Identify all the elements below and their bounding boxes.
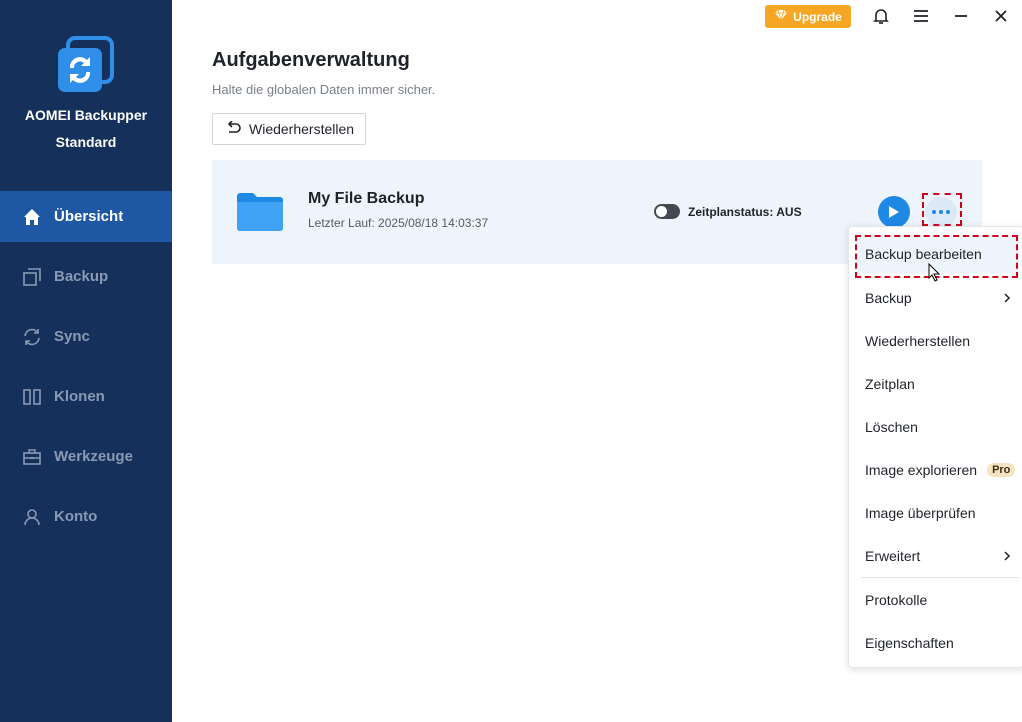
sidebar-item-account[interactable]: Konto bbox=[0, 491, 172, 542]
menu-item-logs[interactable]: Protokolle bbox=[849, 581, 1022, 619]
menu-divider bbox=[861, 577, 1019, 578]
folder-icon bbox=[236, 192, 284, 232]
app-name: AOMEI Backupper bbox=[24, 107, 148, 123]
menu-item-label: Image explorieren bbox=[865, 462, 978, 478]
menu-item-advanced[interactable]: Erweitert bbox=[849, 537, 1022, 575]
backup-icon bbox=[22, 267, 42, 287]
menu-item-backup[interactable]: Backup bbox=[849, 279, 1022, 317]
context-menu: Backup bearbeiten Backup Wiederherstelle… bbox=[848, 226, 1022, 668]
menu-item-label: Löschen bbox=[865, 419, 918, 435]
sidebar-item-label: Übersicht bbox=[54, 208, 124, 225]
sidebar-item-sync[interactable]: Sync bbox=[0, 311, 172, 362]
home-icon bbox=[22, 207, 42, 227]
sidebar-item-label: Werkzeuge bbox=[54, 448, 133, 465]
minimize-icon[interactable] bbox=[951, 6, 971, 26]
chevron-right-icon bbox=[1003, 549, 1011, 565]
menu-item-label: Backup bbox=[865, 290, 912, 306]
task-name: My File Backup bbox=[308, 190, 425, 207]
user-icon bbox=[22, 507, 42, 527]
menu-item-properties[interactable]: Eigenschaften bbox=[849, 624, 1022, 662]
restore-button[interactable]: Wiederherstellen bbox=[212, 113, 366, 145]
menu-item-label: Eigenschaften bbox=[865, 635, 954, 651]
menu-item-label: Zeitplan bbox=[865, 376, 915, 392]
menu-hamburger-icon[interactable] bbox=[911, 6, 931, 26]
upgrade-label: Upgrade bbox=[793, 9, 842, 24]
toolbox-icon bbox=[22, 447, 42, 467]
menu-item-check-image[interactable]: Image überprüfen bbox=[849, 494, 1022, 532]
close-icon[interactable] bbox=[991, 6, 1011, 26]
menu-item-label: Wiederherstellen bbox=[865, 333, 971, 349]
sidebar-item-label: Sync bbox=[54, 328, 90, 345]
menu-item-label: Protokolle bbox=[865, 592, 928, 608]
sidebar: AOMEI Backupper Standard Übersicht Backu… bbox=[0, 0, 172, 722]
diamond-icon bbox=[774, 9, 788, 24]
highlight-box bbox=[922, 193, 962, 226]
sidebar-item-label: Backup bbox=[54, 268, 109, 285]
sidebar-item-tools[interactable]: Werkzeuge bbox=[0, 431, 172, 482]
sync-icon bbox=[22, 327, 42, 347]
sidebar-item-backup[interactable]: Backup bbox=[0, 251, 172, 302]
chevron-right-icon bbox=[1003, 291, 1011, 307]
play-icon bbox=[889, 206, 899, 218]
page-subtitle: Halte die globalen Daten immer sicher. bbox=[212, 82, 436, 97]
task-last-run: Letzter Lauf: 2025/08/18 14:03:37 bbox=[308, 216, 489, 230]
clone-icon bbox=[22, 387, 42, 407]
sidebar-item-label: Konto bbox=[54, 508, 98, 525]
menu-item-delete[interactable]: Löschen bbox=[849, 408, 1022, 446]
run-backup-button[interactable] bbox=[878, 196, 910, 228]
menu-item-restore[interactable]: Wiederherstellen bbox=[849, 322, 1022, 360]
sidebar-item-overview[interactable]: Übersicht bbox=[0, 191, 172, 242]
notification-bell-icon[interactable] bbox=[871, 6, 891, 26]
schedule-status: Zeitplanstatus: AUS bbox=[688, 205, 802, 219]
page-title: Aufgabenverwaltung bbox=[212, 49, 410, 71]
mouse-cursor-icon bbox=[928, 262, 942, 283]
menu-item-schedule[interactable]: Zeitplan bbox=[849, 365, 1022, 403]
menu-item-label: Image überprüfen bbox=[865, 505, 976, 521]
schedule-toggle[interactable] bbox=[654, 204, 680, 219]
pro-badge: Pro bbox=[987, 463, 1016, 477]
upgrade-button[interactable]: Upgrade bbox=[765, 5, 851, 28]
menu-item-label: Erweitert bbox=[865, 548, 921, 564]
menu-item-explore-image[interactable]: Image explorieren Pro bbox=[849, 451, 1022, 489]
sidebar-item-label: Klonen bbox=[54, 388, 105, 405]
undo-arrow-icon bbox=[225, 119, 241, 138]
app-edition: Standard bbox=[55, 134, 117, 150]
restore-button-label: Wiederherstellen bbox=[249, 121, 355, 137]
app-logo bbox=[56, 36, 114, 94]
sidebar-item-clone[interactable]: Klonen bbox=[0, 371, 172, 422]
